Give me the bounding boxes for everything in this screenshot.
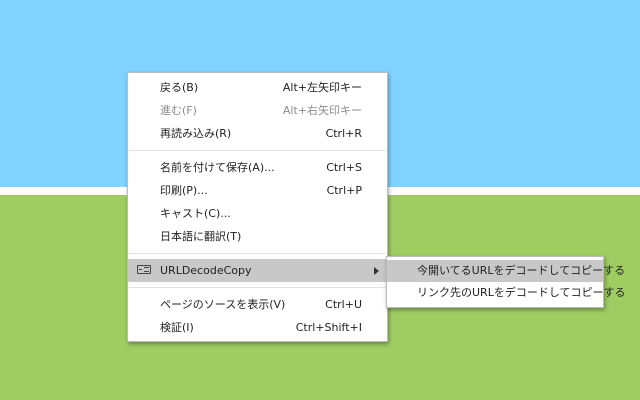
menu-item-view-source[interactable]: ページのソースを表示(V) Ctrl+U (128, 293, 387, 316)
menu-separator (129, 287, 386, 288)
menu-item-forward[interactable]: 進む(F) Alt+右矢印キー (128, 99, 387, 122)
menu-item-label: 今開いてるURLをデコードしてコピーする (417, 264, 626, 277)
submenu-arrow-icon (374, 267, 379, 275)
menu-item-shortcut: Alt+右矢印キー (282, 104, 362, 117)
extension-icon (137, 265, 151, 274)
menu-item-print[interactable]: 印刷(P)... Ctrl+P (128, 179, 387, 202)
menu-item-label: キャスト(C)... (160, 207, 231, 220)
menu-item-save-as[interactable]: 名前を付けて保存(A)... Ctrl+S (128, 156, 387, 179)
menu-item-label: 進む(F) (160, 104, 197, 117)
menu-item-shortcut: Ctrl+S (326, 161, 362, 174)
menu-item-label: リンク先のURLをデコードしてコピーする (417, 286, 626, 299)
menu-item-shortcut: Ctrl+P (326, 184, 362, 197)
menu-item-label: 再読み込み(R) (160, 127, 232, 140)
menu-item-label: 名前を付けて保存(A)... (160, 161, 275, 174)
menu-item-label: 戻る(B) (160, 81, 199, 94)
menu-separator (129, 150, 386, 151)
submenu-item-copy-current-url[interactable]: 今開いてるURLをデコードしてコピーする (387, 260, 625, 282)
submenu-item-copy-link-url[interactable]: リンク先のURLをデコードしてコピーする (387, 282, 626, 304)
menu-item-back[interactable]: 戻る(B) Alt+左矢印キー (128, 76, 387, 99)
menu-item-shortcut: Ctrl+U (325, 298, 362, 311)
menu-item-label: 日本語に翻訳(T) (160, 230, 242, 243)
menu-item-cast[interactable]: キャスト(C)... (128, 202, 387, 225)
urldecodecopy-submenu: 今開いてるURLをデコードしてコピーする リンク先のURLをデコードしてコピーす… (386, 256, 626, 308)
menu-item-inspect[interactable]: 検証(I) Ctrl+Shift+I (128, 316, 387, 339)
menu-item-urldecodecopy[interactable]: URLDecodeCopy (128, 259, 387, 282)
menu-item-reload[interactable]: 再読み込み(R) Ctrl+R (128, 122, 387, 145)
menu-item-label: URLDecodeCopy (160, 264, 252, 277)
menu-item-shortcut: Alt+左矢印キー (282, 81, 362, 94)
menu-item-translate[interactable]: 日本語に翻訳(T) (128, 225, 387, 248)
context-menu: 戻る(B) Alt+左矢印キー 進む(F) Alt+右矢印キー 再読み込み(R)… (127, 72, 388, 342)
menu-item-label: ページのソースを表示(V) (160, 298, 286, 311)
menu-item-label: 印刷(P)... (160, 184, 208, 197)
menu-item-shortcut: Ctrl+R (325, 127, 362, 140)
menu-item-shortcut: Ctrl+Shift+I (295, 321, 362, 334)
menu-separator (129, 253, 386, 254)
menu-item-label: 検証(I) (160, 321, 194, 334)
